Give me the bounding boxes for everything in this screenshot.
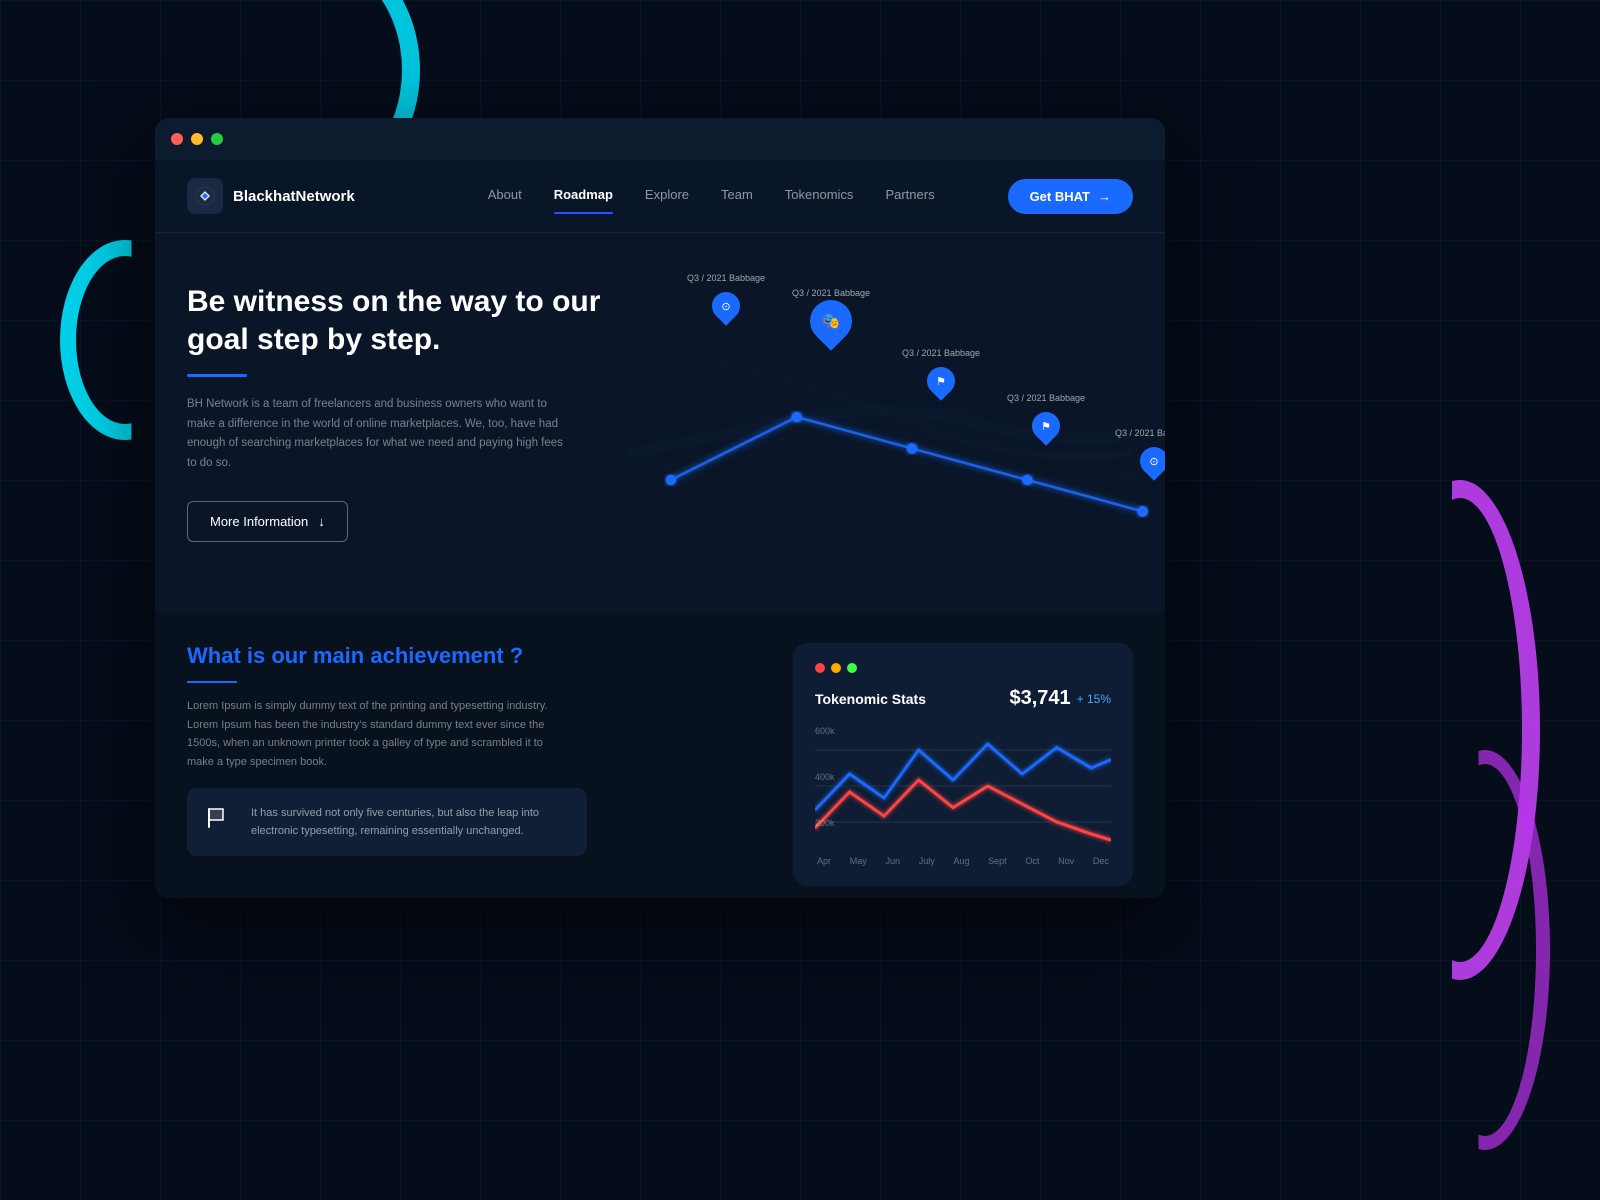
feature-card: It has survived not only five centuries,… [187,788,587,856]
milestone-5-label: Q3 / 2021 Babbage [1115,428,1165,438]
milestone-2-label: Q3 / 2021 Babbage [792,288,870,298]
chart-svg [815,726,1111,846]
minimize-button[interactable] [191,133,203,145]
chart-area: 600k 400k 200k [815,726,1111,846]
milestone-3: Q3 / 2021 Babbage ⚑ [902,348,980,400]
dot-red [815,663,825,673]
browser-window: BlackhatNetwork About Roadmap Explore Te… [155,118,1165,898]
close-button[interactable] [171,133,183,145]
logo[interactable]: BlackhatNetwork [187,178,355,214]
stats-card: Tokenomic Stats $3,741 + 15% [793,643,1133,886]
get-bhat-arrow: → [1098,189,1111,204]
nav-about[interactable]: About [488,187,522,206]
browser-titlebar [155,118,1165,160]
hero-title: Be witness on the way to our goal step b… [187,283,607,358]
milestone-3-pin: ⚑ [925,362,957,400]
x-label-may: May [850,856,867,866]
logo-text: BlackhatNetwork [233,188,355,205]
milestone-3-label: Q3 / 2021 Babbage [902,348,980,358]
dot-yellow [831,663,841,673]
achievement-underline [187,681,237,683]
milestone-2-pin: 🎭 [815,302,847,340]
maximize-button[interactable] [211,133,223,145]
stats-header: Tokenomic Stats $3,741 + 15% [815,687,1111,710]
more-info-label: More Information [210,514,308,529]
x-label-jun: Jun [885,856,900,866]
x-label-nov: Nov [1058,856,1074,866]
milestone-2: Q3 / 2021 Babbage 🎭 [792,288,870,340]
achievement-title-prefix: What is our main [187,643,370,668]
x-label-oct: Oct [1025,856,1039,866]
x-label-aug: Aug [953,856,969,866]
hero-content: Be witness on the way to our goal step b… [187,273,607,593]
bottom-section: What is our main achievement ? Lorem Ips… [155,613,1165,898]
more-info-button[interactable]: More Information ↓ [187,501,348,542]
roadmap-area: Q3 / 2021 Babbage ⊙ Q3 / 2021 Babbage 🎭 … [627,273,1133,593]
stats-change: + 15% [1077,692,1111,706]
get-bhat-button[interactable]: Get BHAT → [1008,179,1133,214]
x-label-dec: Dec [1093,856,1109,866]
nav-links: About Roadmap Explore Team Tokenomics Pa… [415,187,1008,206]
hero-underline [187,374,247,377]
stats-dots [815,663,1111,673]
nav-explore[interactable]: Explore [645,187,689,206]
milestone-1-label: Q3 / 2021 Babbage [687,273,765,283]
milestone-4: Q3 / 2021 Babbage ⚑ [1007,393,1085,445]
nav-roadmap[interactable]: Roadmap [554,187,613,206]
main-nav: BlackhatNetwork About Roadmap Explore Te… [155,160,1165,233]
milestone-1-pin: ⊙ [710,287,742,325]
nav-tokenomics[interactable]: Tokenomics [785,187,854,206]
hero-description: BH Network is a team of freelancers and … [187,395,567,473]
x-label-july: July [919,856,935,866]
nav-team[interactable]: Team [721,187,753,206]
x-label-sept: Sept [988,856,1007,866]
get-bhat-label: Get BHAT [1030,189,1090,204]
feature-flag-icon [205,806,237,838]
stats-price: $3,741 [1009,687,1070,710]
hero-section: Be witness on the way to our goal step b… [155,233,1165,613]
achievement-title: What is our main achievement ? [187,643,763,669]
more-info-icon: ↓ [318,514,325,529]
milestone-5-pin: ⊙ [1138,442,1165,480]
dot-green [847,663,857,673]
achievement-section: What is our main achievement ? Lorem Ips… [187,643,763,886]
milestone-4-pin: ⚑ [1030,407,1062,445]
achievement-title-suffix: ? [504,643,524,668]
stats-title: Tokenomic Stats [815,691,926,707]
x-label-apr: Apr [817,856,831,866]
achievement-description: Lorem Ipsum is simply dummy text of the … [187,697,567,772]
feature-text: It has survived not only five centuries,… [251,804,569,840]
chart-x-labels: Apr May Jun July Aug Sept Oct Nov Dec [815,856,1111,866]
milestone-5: Q3 / 2021 Babbage ⊙ [1115,428,1165,480]
achievement-title-highlight: achievement [370,643,503,668]
milestone-4-label: Q3 / 2021 Babbage [1007,393,1085,403]
nav-partners[interactable]: Partners [885,187,934,206]
milestone-1: Q3 / 2021 Babbage ⊙ [687,273,765,325]
stats-value-area: $3,741 + 15% [1009,687,1111,710]
logo-icon [187,178,223,214]
